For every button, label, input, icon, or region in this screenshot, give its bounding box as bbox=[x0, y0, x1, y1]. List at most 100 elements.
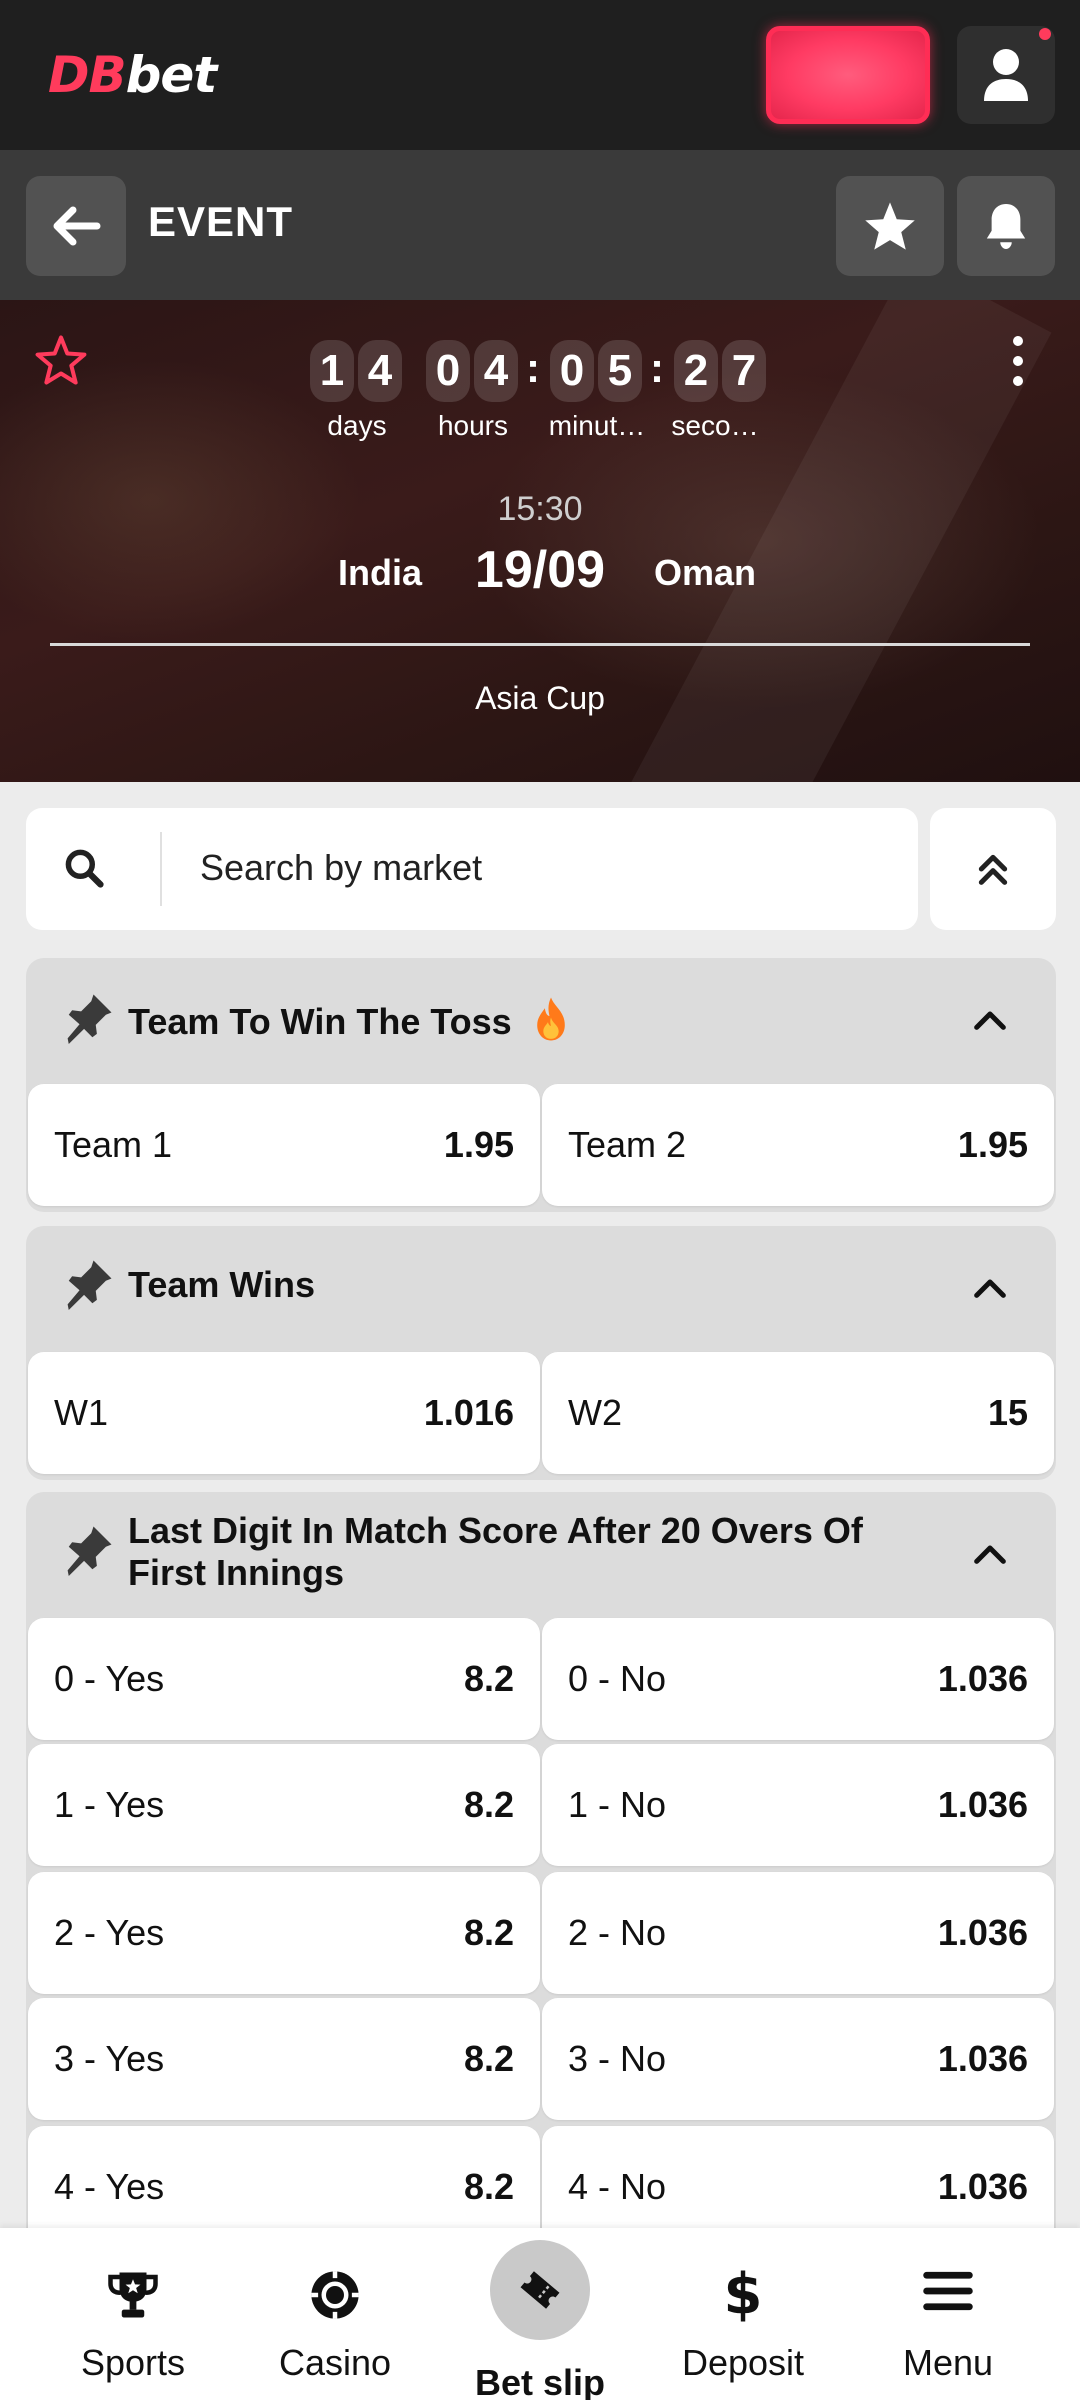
hamburger-menu-icon bbox=[923, 2271, 973, 2311]
countdown-digit: 5 bbox=[598, 340, 642, 402]
outcome-label: 1 - Yes bbox=[54, 1784, 165, 1825]
bottom-navigation: Sports Casino Bet slip $ Deposit Menu bbox=[0, 2228, 1080, 2400]
odds-value: 1.95 bbox=[957, 1124, 1028, 1165]
countdown-digit: 7 bbox=[722, 340, 766, 402]
ticket-icon bbox=[520, 2271, 560, 2309]
odds-button[interactable]: Team 1 1.95 bbox=[28, 1084, 540, 1206]
market-header[interactable]: Team Wins bbox=[26, 1226, 1056, 1350]
odds-button[interactable]: 2 - No 1.036 bbox=[542, 1872, 1054, 1994]
odds-value: 1.036 bbox=[937, 1658, 1028, 1699]
odds-value: 1.036 bbox=[937, 1912, 1028, 1953]
market-header[interactable]: Last Digit In Match Score After 20 Overs… bbox=[26, 1492, 1056, 1616]
odds-button[interactable]: W2 15 bbox=[542, 1352, 1054, 1474]
countdown-digit: 4 bbox=[474, 340, 518, 402]
outcome-label: 3 - Yes bbox=[54, 2038, 165, 2079]
pin-icon[interactable] bbox=[62, 1256, 116, 1310]
event-header: EVENT bbox=[0, 150, 1080, 300]
market-search bbox=[26, 808, 918, 930]
arrow-left-icon bbox=[53, 206, 101, 246]
outcome-label: 2 - Yes bbox=[54, 1912, 165, 1953]
countdown-label-minutes: minut… bbox=[548, 410, 646, 441]
fire-icon bbox=[536, 997, 565, 1041]
outcome-label: Team 2 bbox=[568, 1124, 687, 1165]
odds-button[interactable]: 1 - Yes 8.2 bbox=[28, 1744, 540, 1866]
outcome-label: 1 - No bbox=[568, 1784, 667, 1825]
market-title-text: Team To Win The Toss bbox=[128, 1001, 512, 1042]
search-icon bbox=[65, 849, 104, 888]
outcome-label: 4 - No bbox=[568, 2166, 667, 2207]
logo-bet: bet bbox=[125, 46, 218, 104]
nav-label: Menu bbox=[902, 2342, 994, 2383]
market-title: Last Digit In Match Score After 20 Overs… bbox=[128, 1510, 928, 1594]
odds-button[interactable]: 2 - Yes 8.2 bbox=[28, 1872, 540, 1994]
odds-value: 15 bbox=[987, 1392, 1028, 1433]
search-input[interactable] bbox=[200, 838, 890, 898]
page-title: EVENT bbox=[148, 198, 294, 245]
odds-button[interactable]: 0 - Yes 8.2 bbox=[28, 1618, 540, 1740]
odds-button[interactable]: 3 - No 1.036 bbox=[542, 1998, 1054, 2120]
outcome-label: 3 - No bbox=[568, 2038, 667, 2079]
brand-logo[interactable]: DBbet bbox=[48, 46, 218, 104]
favorite-button[interactable] bbox=[836, 176, 944, 276]
outcome-label: 0 - Yes bbox=[54, 1658, 165, 1699]
nav-label: Sports bbox=[80, 2342, 186, 2383]
user-button[interactable] bbox=[957, 26, 1055, 124]
odds-button[interactable]: Team 2 1.95 bbox=[542, 1084, 1054, 1206]
chevron-up-icon[interactable] bbox=[970, 1536, 1010, 1570]
outcome-label: 0 - No bbox=[568, 1658, 667, 1699]
tournament-name: Asia Cup bbox=[475, 680, 605, 716]
odds-button[interactable]: 0 - No 1.036 bbox=[542, 1618, 1054, 1740]
chevron-up-icon[interactable] bbox=[970, 1270, 1010, 1304]
outcome-label: 4 - Yes bbox=[54, 2166, 165, 2207]
back-button[interactable] bbox=[26, 176, 126, 276]
odds-value: 1.036 bbox=[937, 1784, 1028, 1825]
pin-icon[interactable] bbox=[62, 990, 116, 1044]
odds-value: 1.016 bbox=[423, 1392, 514, 1433]
collapse-all-button[interactable] bbox=[930, 808, 1056, 930]
nav-label: Deposit bbox=[681, 2342, 805, 2383]
countdown-label-seconds: seco… bbox=[671, 410, 759, 441]
notification-dot bbox=[1039, 28, 1051, 40]
bet-slip-circle bbox=[490, 2240, 590, 2340]
odds-button[interactable]: 1 - No 1.036 bbox=[542, 1744, 1054, 1866]
pin-icon[interactable] bbox=[62, 1522, 116, 1576]
top-bar: DBbet bbox=[0, 0, 1080, 150]
nav-casino[interactable]: Casino bbox=[235, 2228, 435, 2400]
market-title-line: First Innings bbox=[128, 1552, 344, 1593]
event-hero: 1 4 0 4 : 0 5 : 2 7 days hours minut… se… bbox=[0, 300, 1080, 782]
countdown-digit: 2 bbox=[674, 340, 718, 402]
notifications-button[interactable] bbox=[957, 176, 1055, 276]
market-group: Team Wins W1 1.016 W2 15 bbox=[26, 1226, 1056, 1480]
odds-value: 8.2 bbox=[463, 1658, 514, 1699]
countdown-separator: : bbox=[650, 344, 664, 391]
user-icon bbox=[984, 49, 1028, 101]
market-header[interactable]: Team To Win The Toss bbox=[26, 958, 1056, 1082]
odds-button[interactable]: W1 1.016 bbox=[28, 1352, 540, 1474]
star-icon bbox=[865, 202, 915, 250]
chevron-up-icon[interactable] bbox=[970, 1002, 1010, 1036]
market-title: Team Wins bbox=[128, 1264, 316, 1305]
hero-divider bbox=[50, 643, 1030, 646]
casino-chip-icon bbox=[311, 2271, 359, 2319]
market-title: Team To Win The Toss bbox=[128, 996, 570, 1043]
outcome-label: 2 - No bbox=[568, 1912, 667, 1953]
nav-menu[interactable]: Menu bbox=[848, 2228, 1048, 2400]
logo-db: DB bbox=[48, 46, 127, 104]
odds-value: 8.2 bbox=[463, 2038, 514, 2079]
trophy-icon bbox=[108, 2272, 158, 2318]
dollar-icon: $ bbox=[723, 2262, 763, 2327]
outcome-label: W2 bbox=[568, 1392, 622, 1433]
match-time: 15:30 bbox=[497, 490, 583, 528]
odds-button[interactable]: 3 - Yes 8.2 bbox=[28, 1998, 540, 2120]
highlight-button[interactable] bbox=[766, 26, 930, 124]
odds-value: 8.2 bbox=[463, 1912, 514, 1953]
nav-deposit[interactable]: $ Deposit bbox=[643, 2228, 843, 2400]
countdown-digit: 0 bbox=[426, 340, 470, 402]
countdown-separator: : bbox=[526, 344, 540, 391]
market-group: Team To Win The Toss Team 1 1.95 Team 2 … bbox=[26, 958, 1056, 1212]
nav-label: Bet slip bbox=[474, 2362, 606, 2400]
nav-bet-slip[interactable]: Bet slip bbox=[440, 2228, 640, 2400]
countdown-label-days: days bbox=[327, 410, 387, 441]
nav-sports[interactable]: Sports bbox=[33, 2228, 233, 2400]
odds-value: 8.2 bbox=[463, 1784, 514, 1825]
